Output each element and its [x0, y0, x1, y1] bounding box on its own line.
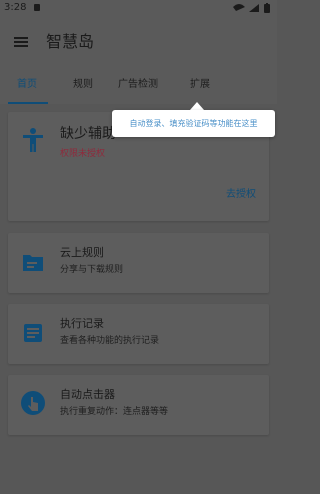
signal-icon: [249, 4, 259, 12]
accessibility-title: 缺少辅助: [60, 126, 116, 142]
tab-bar: 首页 规则 广告检测 扩展: [0, 68, 277, 104]
execution-log-card[interactable]: 执行记录 查看各种功能的执行记录: [8, 304, 269, 364]
auto-clicker-card[interactable]: 自动点击器 执行重复动作：连点器等等: [8, 375, 269, 435]
status-icons: [233, 3, 270, 13]
active-tab-indicator: [8, 102, 48, 104]
auto-clicker-title: 自动点击器: [60, 388, 115, 401]
cloud-rules-card[interactable]: 云上规则 分享与下载规则: [8, 233, 269, 293]
accessibility-status: 权限未授权: [60, 149, 106, 159]
status-time: 3:28: [4, 2, 27, 13]
tab-extensions[interactable]: 扩展: [190, 79, 210, 91]
hamburger-menu-icon[interactable]: [14, 37, 28, 47]
cloud-rules-subtitle: 分享与下载规则: [60, 265, 124, 275]
extension-tooltip[interactable]: 自动登录、填充验证码等功能在这里: [112, 110, 275, 137]
cloud-rules-title: 云上规则: [60, 246, 104, 259]
folder-icon: [23, 255, 43, 271]
app-title: 智慧岛: [46, 32, 95, 51]
execution-log-title: 执行记录: [60, 317, 104, 330]
wifi-icon: [233, 4, 245, 11]
battery-icon: [264, 4, 270, 13]
tab-rules[interactable]: 规则: [73, 79, 93, 91]
record-icon: [24, 324, 42, 342]
tab-home[interactable]: 首页: [17, 79, 37, 91]
tab-ad-detection[interactable]: 广告检测: [118, 79, 158, 91]
auto-clicker-subtitle: 执行重复动作：连点器等等: [60, 407, 169, 417]
app-bar: 智慧岛: [0, 16, 277, 68]
execution-log-subtitle: 查看各种功能的执行记录: [60, 336, 160, 346]
sim-card-icon: [34, 4, 40, 11]
tooltip-arrow: [190, 102, 204, 110]
status-bar: 3:28: [0, 0, 277, 16]
authorize-button[interactable]: 去授权: [226, 189, 256, 201]
tap-icon: [21, 391, 45, 415]
accessibility-icon: [23, 128, 43, 152]
